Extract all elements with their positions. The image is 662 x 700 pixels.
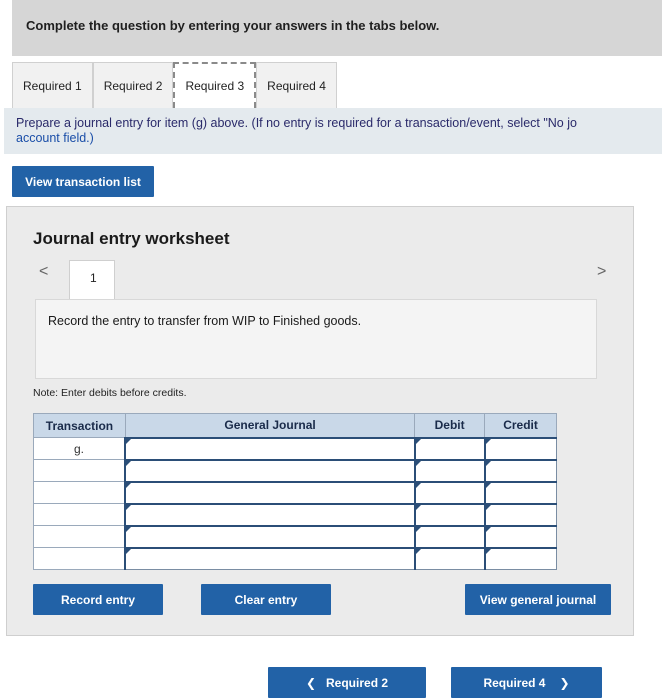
account-select[interactable] — [124, 546, 416, 570]
debit-input[interactable] — [413, 502, 486, 526]
account-select[interactable] — [124, 524, 416, 548]
header-general-journal: General Journal — [124, 413, 416, 438]
account-select[interactable] — [124, 436, 416, 460]
table-row — [33, 524, 557, 548]
credit-input[interactable] — [483, 458, 557, 482]
next-entry-chevron-icon[interactable]: > — [597, 263, 606, 281]
instruction-line-2: account field.) — [16, 131, 94, 145]
header-debit: Debit — [414, 413, 486, 438]
journal-entry-worksheet: Journal entry worksheet < 1 > Record the… — [6, 206, 634, 636]
debit-input[interactable] — [413, 480, 486, 504]
credit-input[interactable] — [483, 480, 557, 504]
account-select[interactable] — [124, 480, 416, 504]
account-select[interactable] — [124, 458, 416, 482]
journal-table: Transaction General Journal Debit Credit… — [33, 413, 557, 570]
worksheet-title: Journal entry worksheet — [33, 229, 230, 248]
tab-required-3[interactable]: Required 3 — [173, 62, 257, 108]
debit-credit-note: Note: Enter debits before credits. — [33, 387, 187, 399]
tab-required-1[interactable]: Required 1 — [12, 62, 93, 108]
account-select[interactable] — [124, 502, 416, 526]
prev-required-label: Required 2 — [326, 675, 389, 690]
table-row: g. — [33, 436, 557, 460]
header-credit: Credit — [484, 413, 557, 438]
transaction-cell — [33, 525, 126, 548]
chevron-left-icon: ❮ — [305, 675, 317, 690]
header-transaction: Transaction — [33, 413, 126, 438]
credit-input[interactable] — [483, 502, 557, 526]
entry-page-tab[interactable]: 1 — [69, 260, 115, 300]
transaction-cell — [33, 547, 126, 570]
required-tabs: Required 1 Required 2 Required 3 Require… — [12, 62, 362, 108]
table-row — [33, 502, 557, 526]
view-transaction-list-button[interactable]: View transaction list — [12, 166, 154, 197]
credit-input[interactable] — [483, 524, 557, 548]
prev-entry-chevron-icon[interactable]: < — [39, 263, 48, 281]
record-entry-button[interactable]: Record entry — [33, 584, 163, 615]
table-row — [33, 458, 557, 482]
chevron-right-icon: ❯ — [559, 675, 570, 690]
table-row — [33, 480, 557, 504]
debit-input[interactable] — [413, 458, 486, 482]
transaction-cell — [33, 503, 126, 526]
debit-input[interactable] — [413, 524, 486, 548]
entry-description-box: Record the entry to transfer from WIP to… — [35, 299, 597, 379]
transaction-cell — [33, 459, 126, 482]
instruction-line-1: Prepare a journal entry for item (g) abo… — [16, 116, 577, 130]
view-general-journal-button[interactable]: View general journal — [465, 584, 611, 615]
question-header: Complete the question by entering your a… — [12, 0, 662, 56]
debit-input[interactable] — [413, 436, 486, 460]
credit-input[interactable] — [483, 436, 557, 460]
prev-required-button[interactable]: ❮ Required 2 — [268, 667, 426, 698]
next-required-label: Required 4 — [483, 675, 546, 690]
credit-input[interactable] — [483, 546, 557, 570]
next-required-button[interactable]: Required 4 ❯ — [451, 667, 602, 698]
table-row — [33, 546, 557, 570]
instruction-text: Prepare a journal entry for item (g) abo… — [4, 108, 662, 154]
entry-description: Record the entry to transfer from WIP to… — [48, 314, 362, 328]
transaction-cell: g. — [33, 437, 126, 460]
tab-required-2[interactable]: Required 2 — [92, 62, 174, 108]
transaction-cell — [33, 481, 126, 504]
clear-entry-button[interactable]: Clear entry — [201, 584, 331, 615]
debit-input[interactable] — [413, 546, 486, 570]
question-text: Complete the question by entering your a… — [26, 18, 440, 33]
tab-required-4[interactable]: Required 4 — [256, 62, 337, 108]
transaction-label: g. — [74, 441, 85, 456]
